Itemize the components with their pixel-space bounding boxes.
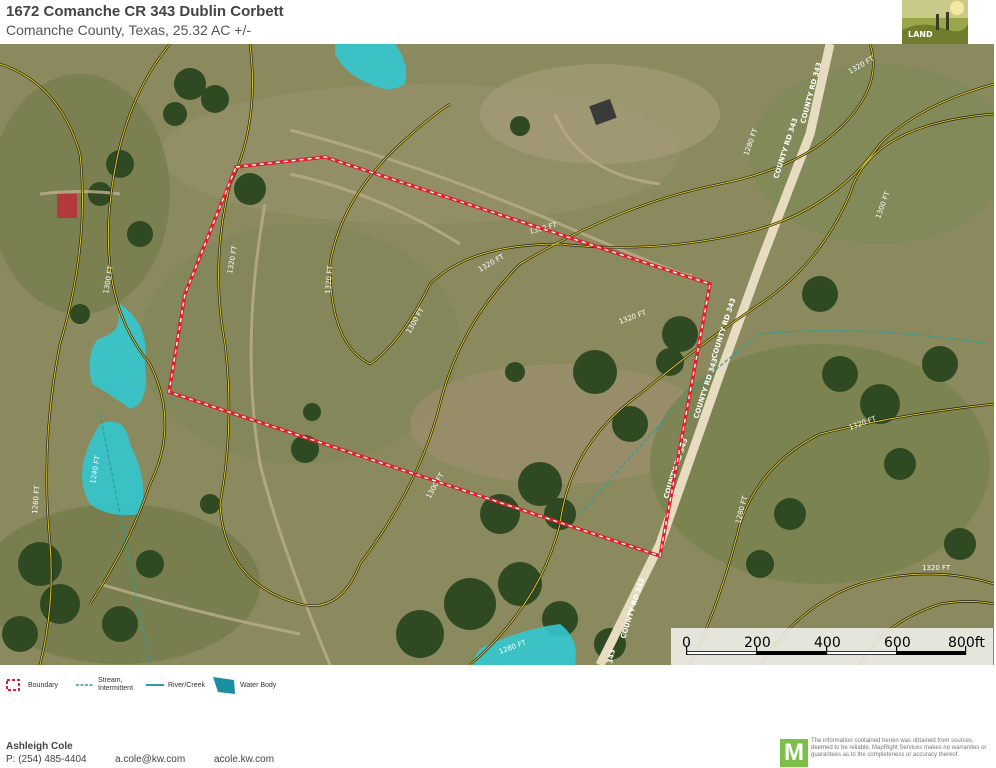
scale-tick-label: 600 [884,635,911,651]
land-photo-logo-icon: LAND [902,0,968,44]
water-body-legend-icon [213,677,235,694]
header: 1672 Comanche CR 343 Dublin Corbett Coma… [0,0,996,44]
legend-stream-label: Stream, Intermittent [98,677,133,693]
agent-phone[interactable]: P: (254) 485-4404 [6,754,87,765]
legend-water-body-label: Water Body [240,682,277,689]
contour-label: 1320 FT [922,564,951,572]
legend-stream-line1: Stream, [98,677,123,684]
legend-river-label: River/Creek [168,682,205,689]
agent-email-link[interactable]: a.cole@kw.com [115,754,185,765]
page-subtitle: Comanche County, Texas, 25.32 AC +/- [6,22,252,38]
logo-text: LAND [908,30,933,39]
disclaimer-text: The information contained herein was obt… [811,738,987,758]
boundary-legend-icon [6,679,20,691]
legend-stream-line2: Intermittent [98,685,134,692]
map-legend: Boundary Stream, Intermittent River/Cree… [0,667,996,707]
mapright-logo-icon: M [780,739,808,767]
legend-boundary-label: Boundary [28,682,58,689]
scale-tick-label: 400 [814,635,841,651]
scale-tick-label: 200 [744,635,771,651]
barn-building [57,194,77,218]
scale-tick-label: 800ft [948,635,985,651]
stream-legend-icon [76,684,94,686]
scale-bar: 0 200 400 600 800ft [671,628,993,665]
page-title: 1672 Comanche CR 343 Dublin Corbett [6,3,284,20]
footer: Ashleigh Cole P: (254) 485-4404 a.cole@k… [0,734,996,768]
scale-tick-label: 0 [682,635,691,651]
agent-website-link[interactable]: acole.kw.com [214,754,274,765]
aerial-map[interactable]: 1320 FT 1300 FT 1320 FT 1300 FT 1320 FT … [0,44,994,665]
river-legend-icon [146,684,164,686]
agent-name: Ashleigh Cole [6,741,73,752]
